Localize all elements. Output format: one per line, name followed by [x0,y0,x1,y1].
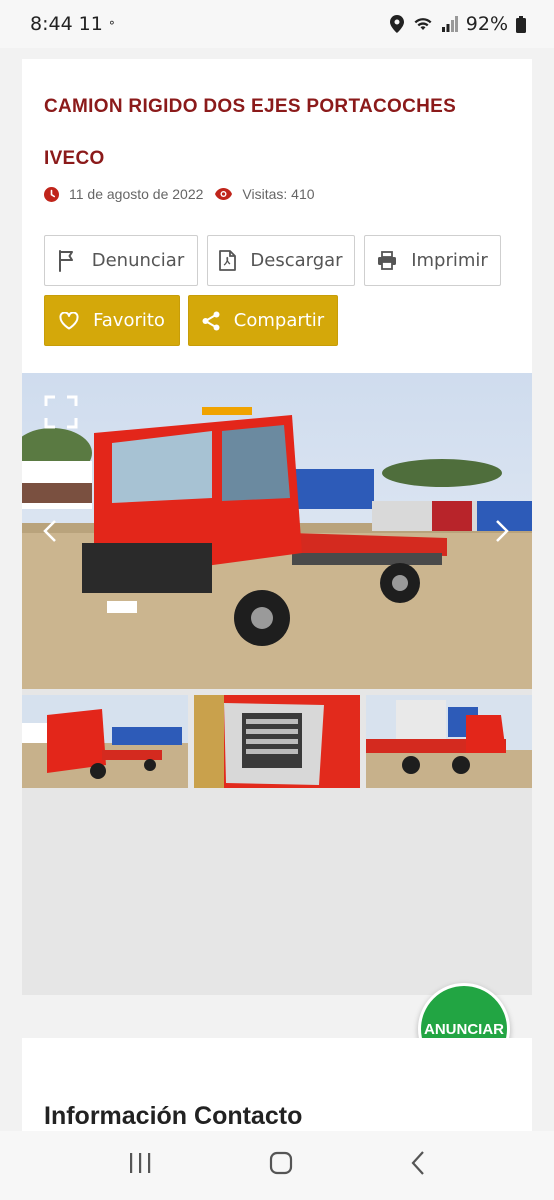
listing-title-line2: IVECO [44,148,105,169]
heart-icon [59,311,79,330]
report-label: Denunciar [91,250,185,271]
location-icon [389,15,404,33]
print-button[interactable]: Imprimir [364,235,501,286]
fullscreen-icon[interactable] [44,395,78,434]
clock-icon [44,186,59,202]
print-label: Imprimir [411,250,488,271]
listing-meta: 11 de agosto de 2022 Visitas: 410 [44,186,315,202]
pdf-file-icon [219,250,237,271]
main-photo[interactable] [22,373,532,689]
battery-percent: 92% [465,13,508,35]
contact-card: Información Contacto [22,1038,532,1131]
photo-gallery [22,373,532,995]
favorite-label: Favorito [93,310,165,331]
contact-title: Información Contacto [44,1102,303,1130]
listing-card: CAMION RIGIDO DOS EJES PORTACOCHES IVECO… [22,59,532,373]
next-arrow-icon[interactable] [494,518,510,549]
thumbnail-1[interactable] [22,695,188,788]
back-icon[interactable] [410,1150,426,1181]
thumbnail-2[interactable] [194,695,360,788]
status-left: 8:44 11 ° [30,13,115,35]
share-button[interactable]: Compartir [188,295,338,346]
home-icon[interactable] [269,1151,293,1180]
printer-icon [377,251,397,270]
share-icon [202,311,220,331]
share-label: Compartir [233,310,325,331]
flag-icon [58,249,78,272]
status-right: 92% [389,13,526,35]
status-bar: 8:44 11 ° 92% [0,0,554,48]
status-time-extra: 11 [78,13,103,35]
download-label: Descargar [250,250,343,271]
thumbnail-3[interactable] [366,695,532,788]
listing-title: CAMION RIGIDO DOS EJES PORTACOCHES IVECO [44,81,514,185]
prev-arrow-icon[interactable] [42,518,58,549]
download-button[interactable]: Descargar [207,235,355,286]
listing-date: 11 de agosto de 2022 [69,186,204,202]
status-dot: ° [108,19,115,33]
listing-views: Visitas: 410 [242,186,315,202]
listing-title-line1: CAMION RIGIDO DOS EJES PORTACOCHES [44,96,457,117]
eye-icon [215,188,233,200]
battery-icon [516,15,526,33]
report-button[interactable]: Denunciar [44,235,198,286]
signal-icon [441,16,458,32]
recent-apps-icon[interactable] [128,1152,152,1179]
status-time: 8:44 [30,13,73,35]
favorite-button[interactable]: Favorito [44,295,180,346]
wifi-icon [412,16,434,32]
system-nav-bar [0,1131,554,1200]
